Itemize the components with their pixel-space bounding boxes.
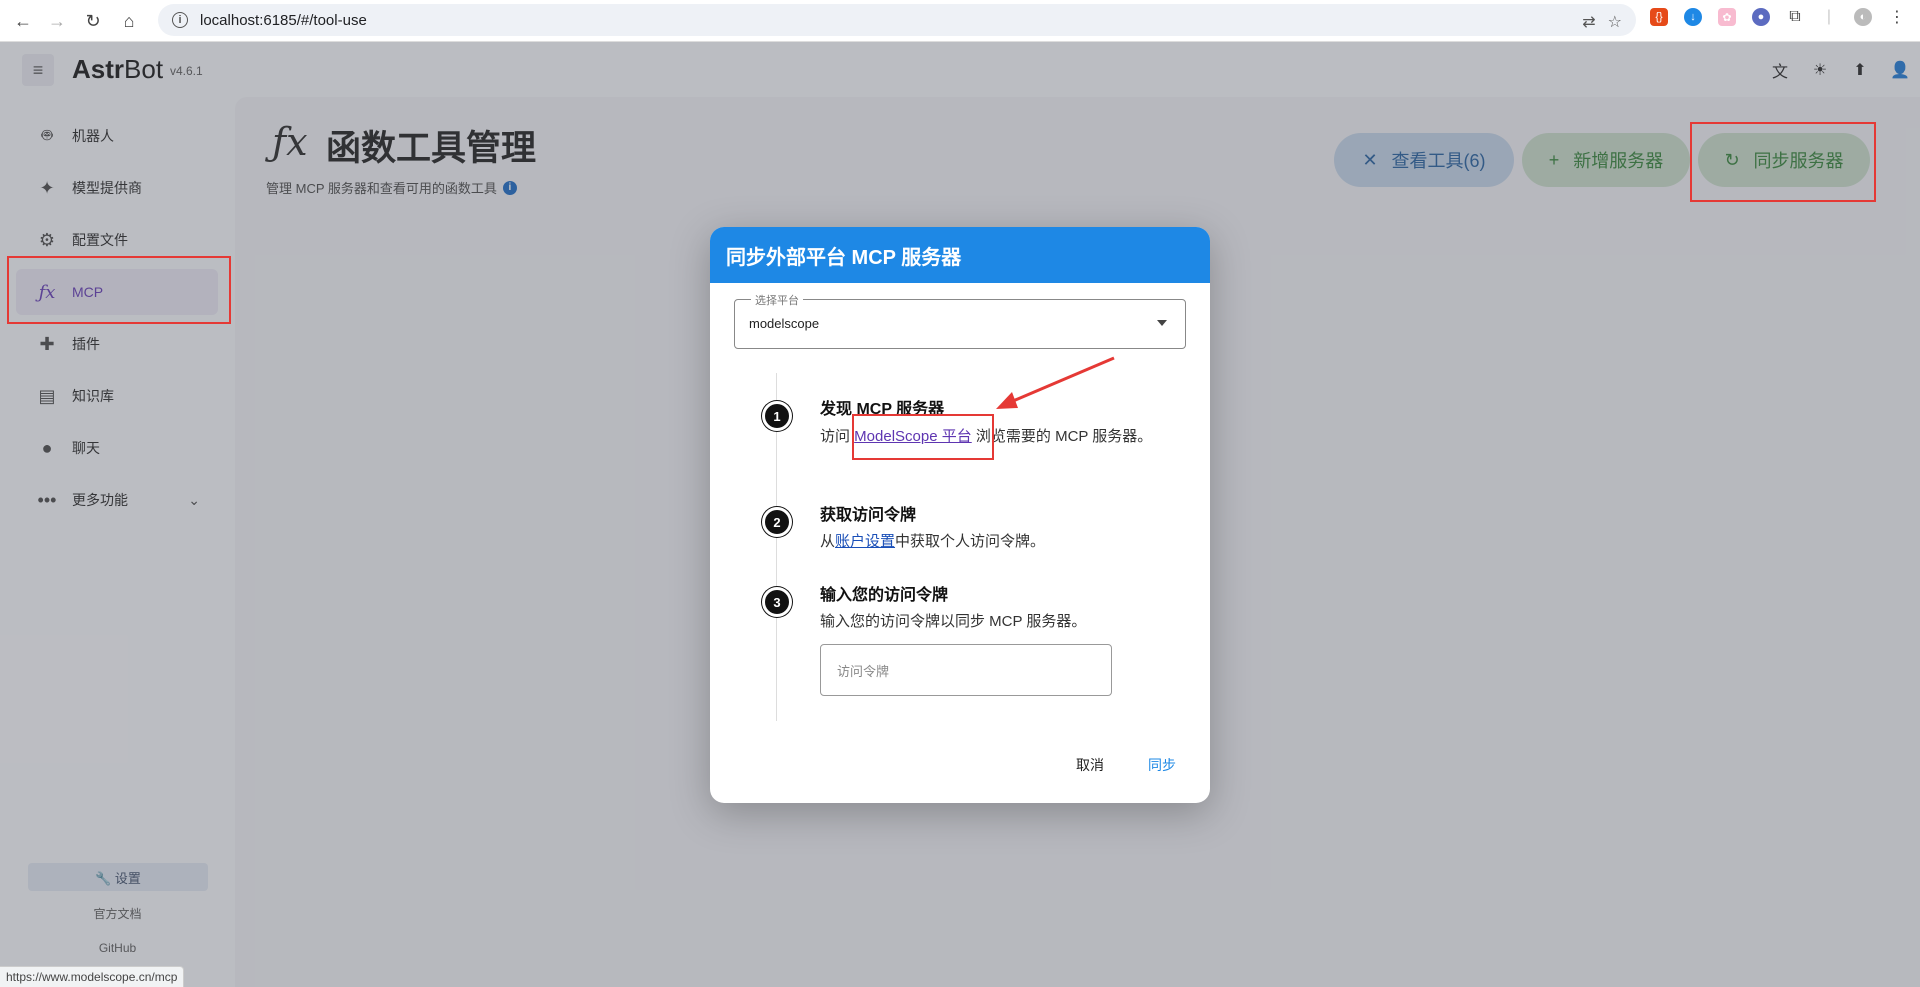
platform-select-value: modelscope bbox=[749, 316, 820, 331]
forward-icon[interactable]: → bbox=[40, 4, 74, 38]
json-extension-icon[interactable]: {} bbox=[1650, 8, 1668, 26]
menu-kebab-icon[interactable]: ⋮ bbox=[1888, 8, 1906, 26]
address-bar[interactable]: i localhost:6185/#/tool-use ⇄ ☆ bbox=[158, 4, 1636, 36]
back-icon[interactable]: ← bbox=[6, 4, 40, 38]
sync-button[interactable]: 同步 bbox=[1148, 755, 1176, 775]
step-number-2: 2 bbox=[762, 507, 792, 537]
profile-avatar[interactable]: ◐ bbox=[1854, 8, 1872, 26]
step-number-1: 1 bbox=[762, 401, 792, 431]
step-text-3: 输入您的访问令牌以同步 MCP 服务器。 bbox=[820, 613, 1087, 630]
dialog-title: 同步外部平台 MCP 服务器 bbox=[710, 227, 1210, 283]
step-text-2: 从账户设置中获取个人访问令牌。 bbox=[820, 533, 1046, 550]
highlight-box-link bbox=[852, 414, 994, 460]
star-icon[interactable]: ☆ bbox=[1608, 12, 1622, 32]
separator: | bbox=[1826, 8, 1832, 25]
platform-select[interactable]: 选择平台 modelscope bbox=[734, 292, 1186, 349]
puzzle-extensions-icon[interactable]: ⧉ bbox=[1786, 8, 1804, 26]
cancel-button[interactable]: 取消 bbox=[1076, 755, 1104, 775]
step-title-2: 获取访问令牌 bbox=[820, 507, 917, 524]
reload-icon[interactable]: ↻ bbox=[76, 4, 110, 38]
browser-toolbar: ← → ↻ ⌂ i localhost:6185/#/tool-use ⇄ ☆ … bbox=[0, 0, 1920, 42]
purple-extension-icon[interactable]: ● bbox=[1752, 8, 1770, 26]
step-title-3: 输入您的访问令牌 bbox=[820, 587, 949, 604]
annotation-arrow bbox=[996, 356, 1115, 409]
caret-down-icon bbox=[1157, 320, 1167, 326]
extensions-area: {} ↓ ✿ ● ⧉ | ◐ ⋮ bbox=[1650, 8, 1906, 26]
link-status-bar: https://www.modelscope.cn/mcp bbox=[0, 966, 185, 987]
highlight-box-sync bbox=[1690, 122, 1876, 202]
step-number-3: 3 bbox=[762, 587, 792, 617]
home-icon[interactable]: ⌂ bbox=[112, 4, 146, 38]
url-text: localhost:6185/#/tool-use bbox=[200, 11, 367, 29]
translate-icon[interactable]: ⇄ bbox=[1582, 12, 1595, 32]
highlight-box-mcp bbox=[7, 256, 231, 324]
download-extension-icon[interactable]: ↓ bbox=[1684, 8, 1702, 26]
platform-select-label: 选择平台 bbox=[751, 292, 803, 308]
sync-dialog: 同步外部平台 MCP 服务器 选择平台 modelscope 1 发现 MCP … bbox=[710, 227, 1210, 803]
account-settings-link[interactable]: 账户设置 bbox=[835, 533, 895, 550]
site-info-icon[interactable]: i bbox=[172, 12, 188, 28]
access-token-input[interactable]: 访问令牌 bbox=[820, 644, 1112, 696]
pink-extension-icon[interactable]: ✿ bbox=[1718, 8, 1736, 26]
